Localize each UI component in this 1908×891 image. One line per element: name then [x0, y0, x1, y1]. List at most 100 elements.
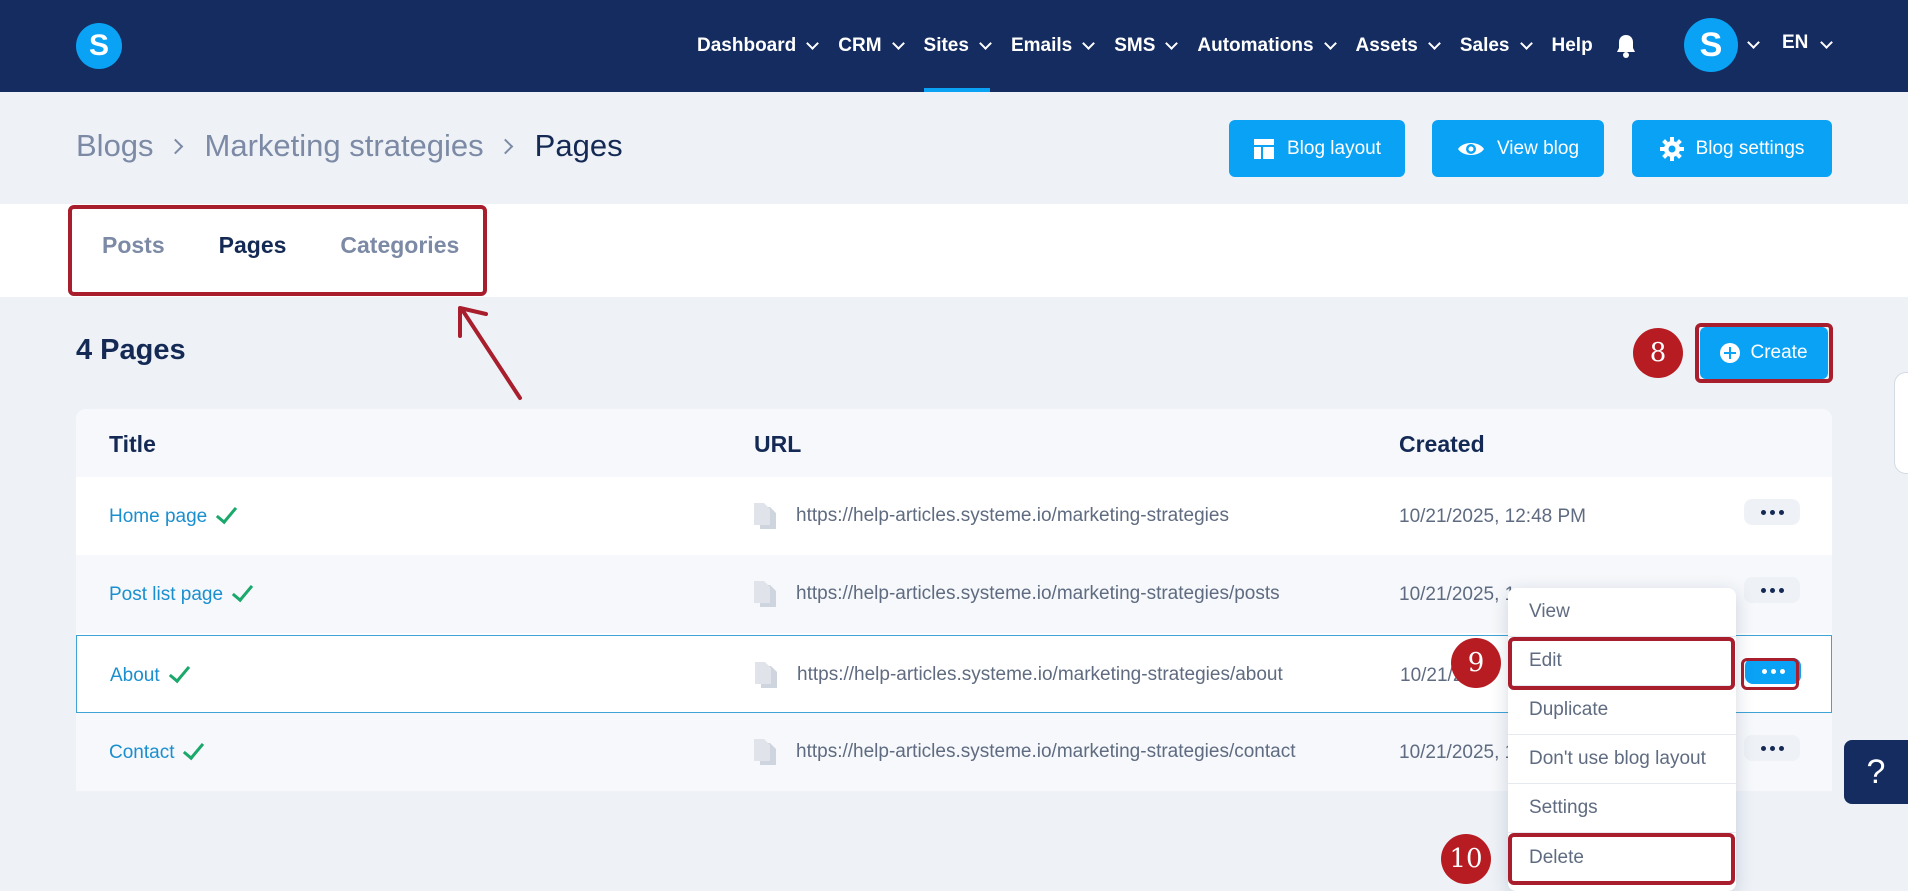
page-url: https://help-articles.systeme.io/marketi…	[754, 503, 1229, 529]
nav-sales[interactable]: Sales	[1459, 0, 1533, 92]
create-highlight-box	[1695, 323, 1833, 383]
column-header-url[interactable]: URL	[754, 431, 801, 458]
breadcrumb-current: Pages	[534, 128, 623, 163]
nav-assets[interactable]: Assets	[1355, 0, 1441, 92]
tabs-highlight-box	[68, 205, 487, 296]
copy-icon[interactable]	[755, 662, 777, 688]
page-title-text: Home page	[109, 506, 208, 527]
column-header-created[interactable]: Created	[1399, 431, 1485, 458]
view-blog-button[interactable]: View blog	[1432, 120, 1604, 177]
more-actions-button[interactable]	[1744, 577, 1800, 603]
page-url-text: https://help-articles.systeme.io/marketi…	[796, 583, 1280, 604]
main-nav: Dashboard CRM Sites Emails SMS Automatio…	[697, 0, 1676, 92]
created-date: 10/21/2025, 12:48 PM	[1399, 506, 1586, 527]
page-url: https://help-articles.systeme.io/marketi…	[755, 662, 1283, 688]
copy-icon[interactable]	[754, 581, 776, 607]
chevron-down-icon	[891, 36, 905, 50]
created-date: 10/21/2025, 1	[1399, 584, 1516, 605]
chevron-down-icon	[1427, 36, 1441, 50]
chevron-right-icon	[497, 138, 513, 154]
nav-sms[interactable]: SMS	[1114, 0, 1179, 92]
nav-help[interactable]: Help	[1552, 0, 1593, 92]
view-blog-label: View blog	[1496, 137, 1580, 159]
edit-highlight-box	[1508, 637, 1735, 690]
language-selector[interactable]: EN	[1782, 32, 1808, 54]
systeme-logo[interactable]: S	[76, 23, 122, 69]
created-date: 10/21/2025, 1	[1399, 742, 1516, 763]
nav-automations[interactable]: Automations	[1197, 0, 1337, 92]
nav-label: CRM	[838, 35, 882, 56]
chevron-down-icon	[1165, 36, 1179, 50]
avatar[interactable]: S	[1684, 18, 1738, 72]
table-row[interactable]: Home page https://help-articles.systeme.…	[76, 477, 1832, 555]
breadcrumb-blogs[interactable]: Blogs	[76, 128, 154, 164]
nav-label: Assets	[1355, 35, 1418, 56]
annotation-badge-9: 9	[1451, 638, 1501, 688]
page-url: https://help-articles.systeme.io/marketi…	[754, 739, 1295, 765]
avatar-letter: S	[1699, 25, 1723, 64]
nav-label: Sales	[1459, 35, 1510, 56]
more-button-highlight-box	[1741, 658, 1799, 690]
page-url-text: https://help-articles.systeme.io/marketi…	[796, 741, 1296, 762]
page-title-text: About	[110, 665, 160, 686]
check-icon	[216, 501, 238, 525]
top-navbar: S Dashboard CRM Sites Emails SMS Automat…	[0, 0, 1908, 92]
side-panel-tab[interactable]	[1894, 372, 1908, 474]
column-header-title[interactable]: Title	[109, 431, 156, 458]
annotation-badge-8: 8	[1633, 328, 1683, 378]
blog-settings-button[interactable]: Blog settings	[1632, 120, 1832, 177]
menu-item-view[interactable]: View	[1508, 588, 1736, 637]
chevron-down-icon	[806, 36, 820, 50]
chevron-down-icon	[1082, 36, 1096, 50]
page-title-link[interactable]: Post list page	[109, 579, 254, 606]
menu-item-settings[interactable]: Settings	[1508, 784, 1736, 833]
blog-layout-button[interactable]: Blog layout	[1229, 120, 1405, 177]
menu-item-dont-use-blog-layout[interactable]: Don't use blog layout	[1508, 735, 1736, 784]
eye-icon	[1457, 142, 1484, 155]
copy-icon[interactable]	[754, 739, 776, 765]
bell-icon[interactable]	[1614, 33, 1638, 59]
annotation-badge-10: 10	[1441, 834, 1491, 884]
nav-label: Dashboard	[697, 35, 797, 56]
nav-label: Automations	[1197, 35, 1314, 56]
chevron-down-icon	[1323, 36, 1337, 50]
menu-item-duplicate[interactable]: Duplicate	[1508, 686, 1736, 735]
page-title-text: Post list page	[109, 584, 224, 605]
nav-dashboard[interactable]: Dashboard	[697, 0, 820, 92]
chevron-down-icon	[1519, 36, 1533, 50]
page-title-link[interactable]: Contact	[109, 737, 205, 764]
page-title-link[interactable]: About	[110, 660, 190, 687]
page-count-heading: 4 Pages	[76, 334, 186, 366]
annotation-arrow-icon	[458, 306, 522, 400]
chevron-down-icon	[979, 36, 992, 50]
breadcrumb-blog[interactable]: Marketing strategies	[205, 128, 484, 164]
gear-icon	[1659, 136, 1684, 161]
page-url-text: https://help-articles.systeme.io/marketi…	[796, 505, 1229, 526]
blog-layout-label: Blog layout	[1286, 137, 1381, 159]
page-url: https://help-articles.systeme.io/marketi…	[754, 581, 1280, 607]
more-actions-button[interactable]	[1744, 735, 1800, 761]
nav-emails[interactable]: Emails	[1010, 0, 1096, 92]
nav-label: Help	[1551, 35, 1593, 56]
nav-label: Sites	[923, 35, 969, 56]
nav-sites[interactable]: Sites	[923, 0, 992, 92]
more-actions-button[interactable]	[1744, 499, 1800, 525]
chevron-down-icon[interactable]	[1747, 36, 1760, 49]
check-icon	[231, 579, 254, 603]
breadcrumb: Blogs Marketing strategies Pages	[76, 128, 623, 164]
nav-label: SMS	[1114, 35, 1156, 56]
delete-highlight-box	[1508, 833, 1735, 885]
copy-icon[interactable]	[754, 503, 776, 529]
check-icon	[183, 737, 205, 761]
blog-settings-label: Blog settings	[1695, 137, 1805, 159]
nav-crm[interactable]: CRM	[838, 0, 905, 92]
chevron-down-icon[interactable]	[1820, 36, 1833, 49]
nav-label: Emails	[1010, 35, 1073, 56]
page-title-link[interactable]: Home page	[109, 501, 238, 528]
help-button[interactable]: ?	[1844, 740, 1908, 804]
table-header: Title URL Created	[76, 409, 1832, 477]
page-title-text: Contact	[109, 742, 175, 763]
page-url-text: https://help-articles.systeme.io/marketi…	[797, 664, 1283, 685]
logo-letter: S	[88, 29, 109, 62]
layout-icon	[1253, 138, 1274, 159]
